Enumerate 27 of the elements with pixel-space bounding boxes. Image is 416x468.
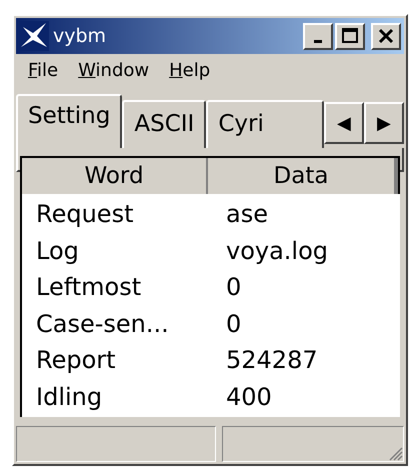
table-cell-text: Log [36, 236, 80, 265]
table-cell: 0 [226, 310, 242, 338]
window-title: vybm [53, 25, 108, 47]
tab[interactable]: Setting [16, 94, 122, 148]
table-cell: ase [226, 200, 268, 228]
menu-item[interactable]: File [28, 60, 58, 90]
close-button[interactable] [371, 22, 401, 50]
table-cell-text: Leftmost [36, 273, 142, 302]
minimize-button[interactable] [303, 22, 333, 50]
table-cell-text: Request [36, 200, 134, 228]
maximize-button[interactable] [335, 22, 365, 50]
table-cell-text: Idling [36, 382, 104, 411]
tab-scroll-button[interactable]: ◀ [324, 102, 364, 144]
table-cell-text: Report [36, 346, 117, 374]
minimize-icon [314, 40, 322, 42]
table-cell: 400 [226, 382, 272, 411]
table-cell: 0 [226, 273, 242, 302]
maximize-icon [340, 26, 360, 46]
tab[interactable]: ASCII [122, 100, 206, 148]
table-cell-text: Case-sen... [36, 310, 170, 338]
menu-item[interactable]: Help [169, 60, 210, 90]
table-cell: 524287 [226, 346, 318, 374]
tab-scroll-button[interactable]: ▶ [364, 102, 404, 144]
close-icon [376, 26, 396, 46]
table-cell: voya.log [226, 236, 328, 265]
tab[interactable]: Cyri [206, 100, 324, 148]
menu-item[interactable]: Window [78, 60, 150, 90]
